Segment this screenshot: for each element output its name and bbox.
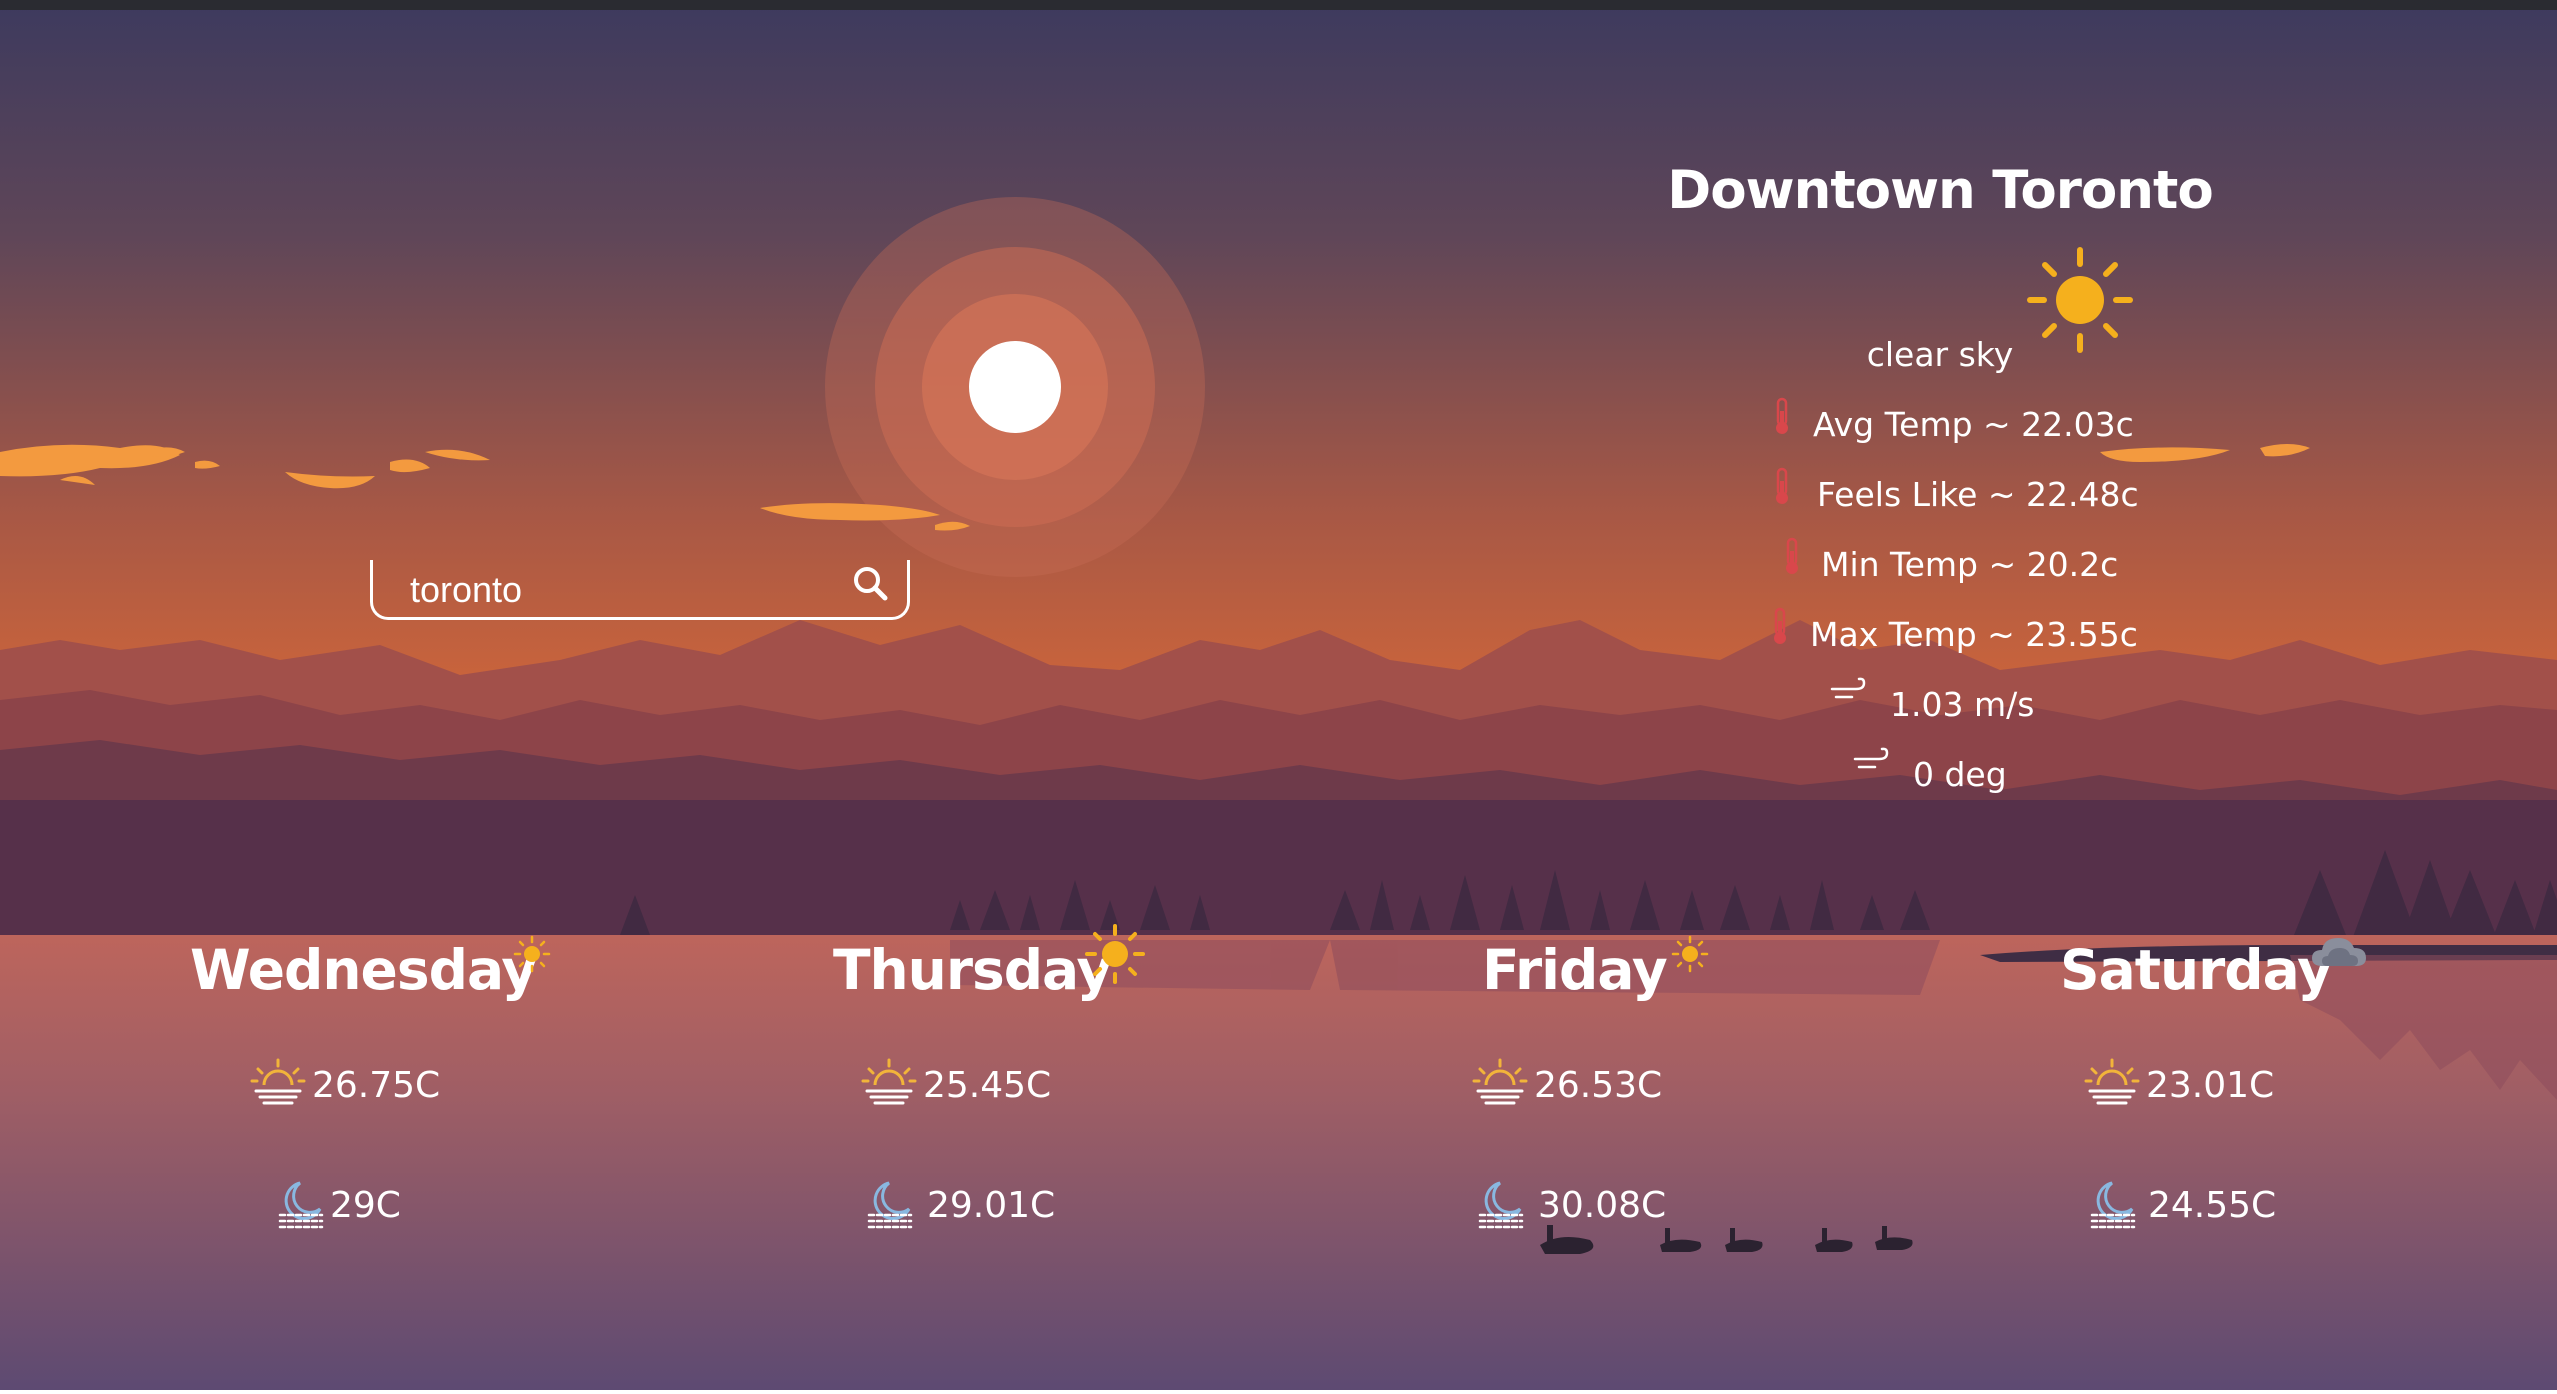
sunrise-icon <box>861 1058 917 1105</box>
sunrise-icon <box>1472 1058 1528 1105</box>
day-temp: 26.75C <box>312 1065 441 1106</box>
moonrise-icon <box>2090 1181 2136 1229</box>
night-temp: 29C <box>330 1185 401 1226</box>
day-temp: 26.53C <box>1534 1065 1663 1106</box>
small-sun-icon <box>513 935 551 973</box>
day-name: Wednesday <box>190 938 537 1002</box>
night-temp: 24.55C <box>2148 1185 2277 1226</box>
stat-label: Feels Like ~ 22.48c <box>1817 475 2139 514</box>
stat-label: Min Temp ~ 20.2c <box>1821 545 2119 584</box>
current-weather-panel: Downtown Toronto clear sky <box>1660 160 2220 374</box>
stat-label: 0 deg <box>1913 755 2007 794</box>
stat-label: 1.03 m/s <box>1890 685 2035 724</box>
window-top-bar <box>0 0 2557 10</box>
day-temp: 25.45C <box>923 1065 1052 1106</box>
moonrise-icon <box>867 1181 913 1229</box>
search-icon <box>854 567 888 601</box>
moonrise-icon <box>1478 1181 1524 1229</box>
thermometer-icon <box>1774 607 1786 644</box>
thermometer-icon <box>1786 537 1798 574</box>
sun-icon <box>1085 924 1145 984</box>
search-bar[interactable] <box>370 560 910 620</box>
day-name: Saturday <box>2060 938 2333 1002</box>
stat-label: Max Temp ~ 23.55c <box>1810 615 2138 654</box>
moonrise-icon <box>278 1181 324 1229</box>
sunrise-icon <box>250 1058 306 1105</box>
day-temp: 23.01C <box>2146 1065 2275 1106</box>
day-name: Friday <box>1482 938 1668 1002</box>
stat-label: Avg Temp ~ 22.03c <box>1813 405 2134 444</box>
night-temp: 29.01C <box>927 1185 1056 1226</box>
wind-icon <box>1853 747 1889 769</box>
day-name: Thursday <box>833 938 1112 1002</box>
sunrise-icon <box>2084 1058 2140 1105</box>
small-sun-icon <box>1671 935 1709 973</box>
weather-description: clear sky <box>1866 335 2014 374</box>
city-name: Downtown Toronto <box>1667 160 2214 221</box>
wind-icon <box>1830 677 1866 699</box>
search-button[interactable] <box>849 562 893 606</box>
thermometer-icon <box>1776 467 1788 504</box>
cloud-icon <box>2312 938 2366 966</box>
search-input[interactable] <box>408 566 832 614</box>
night-temp: 30.08C <box>1538 1185 1667 1226</box>
thermometer-icon <box>1776 397 1788 434</box>
